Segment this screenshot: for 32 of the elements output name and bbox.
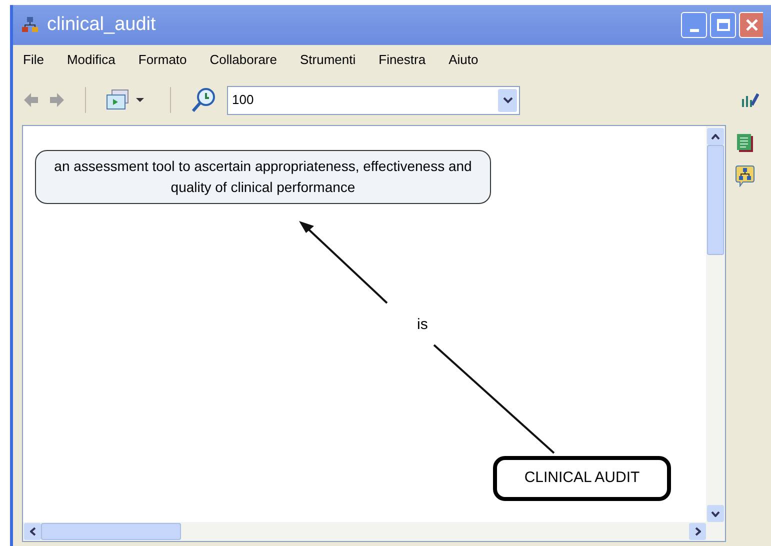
tools-icon[interactable]	[741, 91, 759, 109]
minimize-button[interactable]	[681, 12, 707, 38]
scroll-down-button[interactable]	[707, 505, 724, 522]
hierarchy-icon[interactable]	[735, 165, 755, 187]
zoom-value: 100	[231, 91, 255, 110]
menu-item[interactable]: File	[23, 50, 44, 70]
app-icon	[21, 16, 39, 34]
menu-item[interactable]: Aiuto	[448, 50, 478, 70]
scroll-right-button[interactable]	[689, 523, 706, 540]
scroll-up-button[interactable]	[707, 128, 724, 145]
menu-item[interactable]: Collaborare	[210, 50, 277, 70]
scroll-thumb[interactable]	[707, 145, 724, 255]
close-icon	[744, 18, 758, 32]
concept-node[interactable]: CLINICAL AUDIT	[493, 456, 671, 501]
menu-item[interactable]: Formato	[138, 50, 187, 70]
left-chevron-icon	[30, 527, 36, 536]
up-chevron-icon	[711, 134, 720, 140]
window-title: clinical_audit	[47, 12, 156, 37]
menu-item[interactable]: Modifica	[66, 50, 116, 70]
menu-item[interactable]: Finestra	[378, 50, 426, 70]
scroll-thumb[interactable]	[41, 523, 181, 540]
close-button[interactable]	[739, 12, 763, 38]
zoom-field[interactable]: 100	[227, 86, 520, 114]
right-chevron-icon	[694, 527, 700, 536]
dropdown-icon	[502, 96, 512, 104]
zoom-icon[interactable]	[191, 87, 217, 113]
down-chevron-icon	[711, 510, 720, 516]
concept-node[interactable]: an assessment tool to ascertain appropriateness, effectiveness and quality of clinical performance	[35, 150, 491, 204]
scroll-left-button[interactable]	[24, 523, 41, 540]
menu-item[interactable]: Strumenti	[300, 50, 356, 70]
maximize-button[interactable]	[710, 12, 736, 38]
document-icon[interactable]	[736, 133, 754, 153]
